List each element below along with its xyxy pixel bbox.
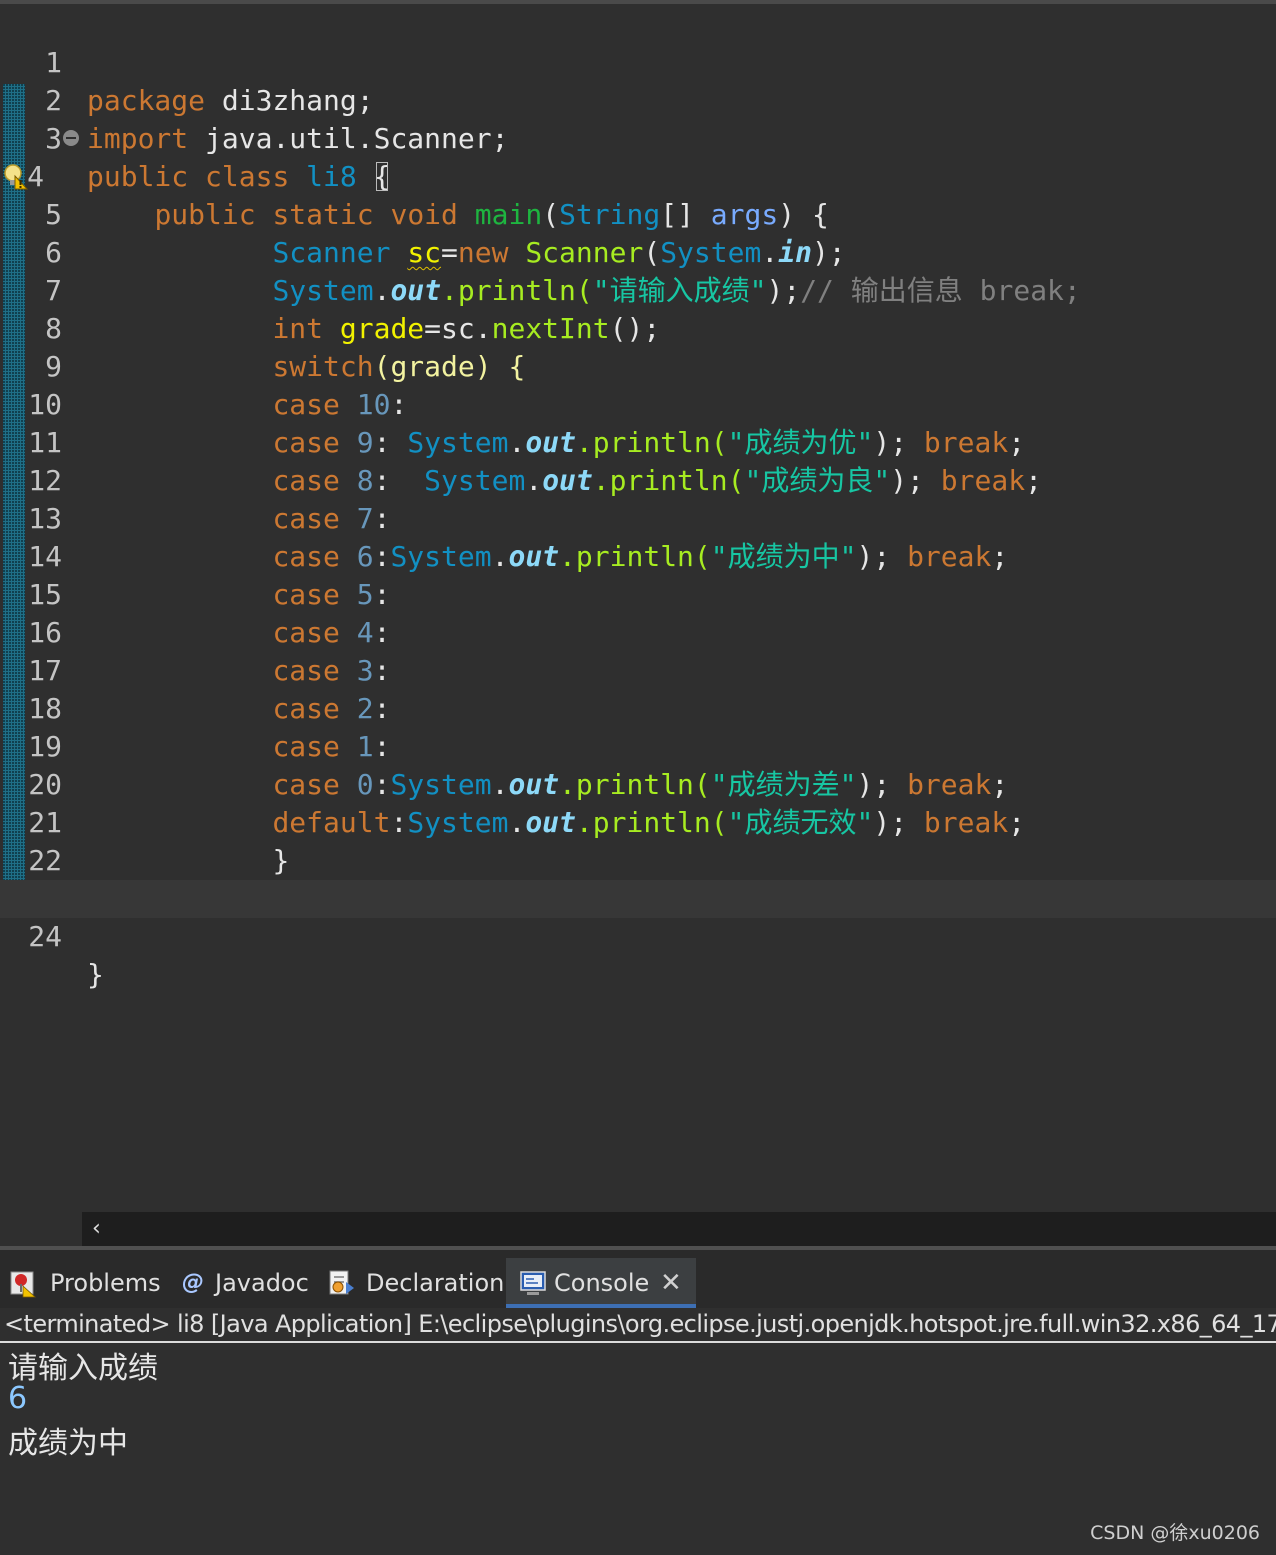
code-line-8[interactable]: 8 switch(grade) { [0,272,1276,383]
close-icon[interactable]: ✕ [660,1258,682,1308]
console-process-label: <terminated> li8 [Java Application] E:\e… [0,1308,1276,1341]
code-line-14[interactable]: 14 case 5: [0,500,1276,611]
code-line-3[interactable]: 3 public class li8 { [0,82,1276,193]
code-line-4[interactable]: 4 public static void main(String[] args)… [0,120,1276,231]
tab-label: Javadoc [215,1269,309,1297]
code-token: } [87,958,104,991]
horizontal-scrollbar[interactable]: ‹ [82,1212,1276,1246]
collapse-icon[interactable] [63,130,79,146]
code-line-19[interactable]: 19 case 0:System.out.println("成绩为差"); br… [0,690,1276,801]
code-line-1[interactable]: 1 package di3zhang; [0,6,1276,117]
code-line-13[interactable]: 13 case 6:System.out.println("成绩为中"); br… [0,462,1276,573]
code-line-24-current[interactable]: 24 } [0,880,1276,991]
console-line: 成绩为中 [8,1426,128,1461]
code-text: } [87,956,104,994]
code-line-9[interactable]: 9 case 10: [0,310,1276,421]
code-line-23[interactable]: 23 [0,842,1276,915]
console-icon [520,1271,546,1295]
code-line-17[interactable]: 17 case 2: [0,614,1276,725]
line-number: 24 [28,920,62,953]
tab-label: Console [554,1269,650,1297]
scroll-left-arrow-icon[interactable]: ‹ [92,1212,101,1246]
console-output[interactable]: 请输入成绩 6 成绩为中 CSDN @徐xu0206 [0,1343,1276,1555]
code-line-15[interactable]: 15 case 4: [0,538,1276,649]
bottom-panel-tabbar: Problems @ Javadoc Declaration Console ✕ [0,1250,1276,1308]
code-line-5[interactable]: 5 Scanner sc=new Scanner(System.in); [0,158,1276,269]
console-line: 请输入成绩 [8,1351,158,1386]
tab-label: Problems [50,1269,161,1297]
code-line-2[interactable]: 2 import java.util.Scanner; [0,44,1276,155]
editor-border [0,0,1276,4]
code-line-18[interactable]: 18 case 1: [0,652,1276,763]
code-line-11[interactable]: 11 case 8: System.out.println("成绩为良"); b… [0,386,1276,497]
code-line-10[interactable]: 10 case 9: System.out.println("成绩为优"); b… [0,348,1276,459]
warning-lightbulb-icon[interactable] [2,162,28,190]
tab-problems[interactable]: Problems [6,1258,172,1308]
tab-javadoc[interactable]: @ Javadoc [178,1258,318,1308]
tab-console-active[interactable]: Console ✕ [506,1258,696,1308]
code-line-7[interactable]: 7 int grade=sc.nextInt(); [0,234,1276,345]
problems-icon [10,1271,37,1298]
code-line-21[interactable]: 21 } [0,766,1276,877]
tab-declaration[interactable]: Declaration [324,1258,504,1308]
tab-label: Declaration [366,1269,505,1297]
code-line-22[interactable]: 22 } [0,804,1276,915]
console-user-input: 6 [8,1381,28,1416]
code-line-20[interactable]: 20 default:System.out.println("成绩无效"); b… [0,728,1276,839]
declaration-icon [329,1270,354,1295]
code-editor[interactable]: 1 package di3zhang; 2 import java.util.S… [0,0,1276,1212]
code-line-16[interactable]: 16 case 3: [0,576,1276,687]
code-line-6[interactable]: 6 System.out.println("请输入成绩");// 输出信息 br… [0,196,1276,307]
code-line-12[interactable]: 12 case 7: [0,424,1276,535]
watermark: CSDN @徐xu0206 [1090,1522,1260,1544]
scrollbar-gutter [0,1212,82,1246]
at-sign-icon: @ [182,1270,204,1295]
